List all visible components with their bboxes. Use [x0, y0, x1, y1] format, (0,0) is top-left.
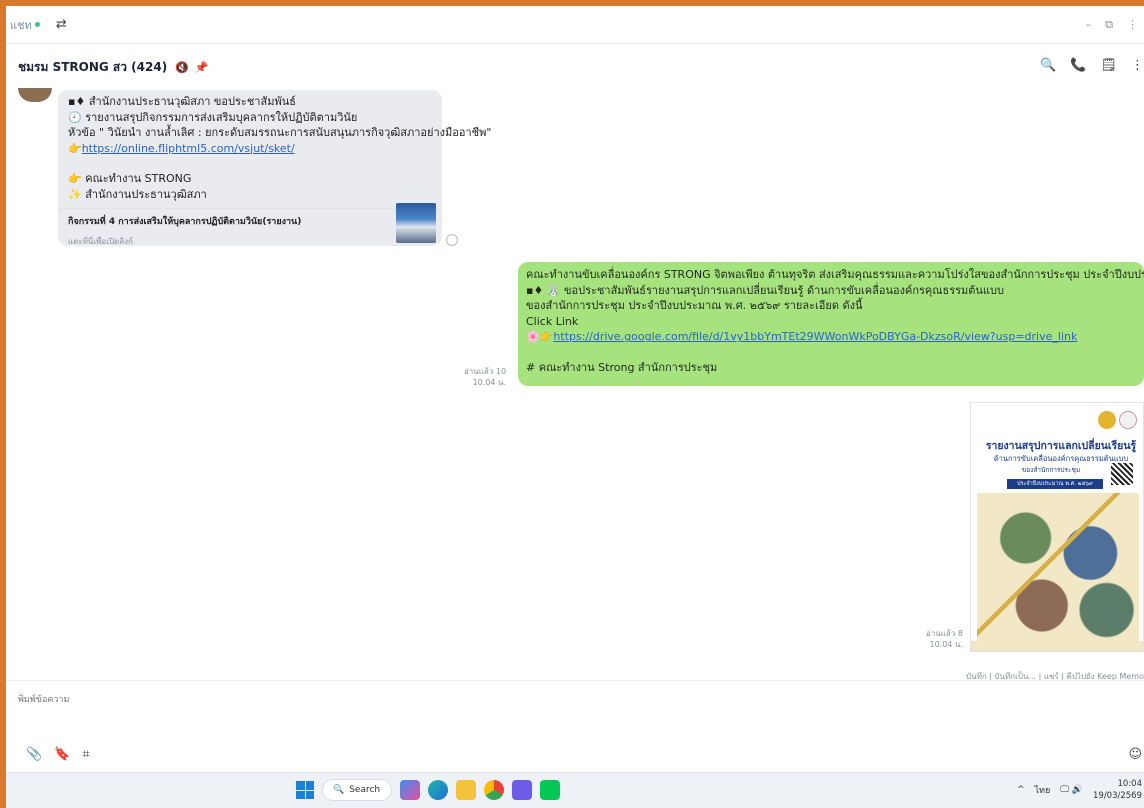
- read-count: อ่านแล้ว 8: [926, 629, 963, 638]
- read-receipt: อ่านแล้ว 8 10.04 น.: [926, 628, 963, 650]
- edge-icon[interactable]: [428, 780, 448, 800]
- outgoing-message[interactable]: คณะทำงานขับเคลื่อนองค์กร STRONG จิตพอเพี…: [518, 262, 1144, 386]
- logo-seal: [1119, 411, 1137, 429]
- menu-icon[interactable]: ⋮: [1131, 58, 1144, 73]
- fliphtml-link[interactable]: https://online.fliphtml5.com/vsjut/sket/: [82, 142, 295, 155]
- clock-time: 10:04: [1117, 779, 1143, 789]
- qr-code: [1111, 463, 1133, 485]
- poster-band: ประจำปีงบประมาณ พ.ศ. ๒๕๖๙: [1007, 479, 1103, 489]
- chat-header: ชมรม STRONG สว (424) 🔇 📌 🔍 📞 🗒 ⋮: [6, 44, 1144, 90]
- unread-dot: [34, 22, 40, 27]
- windows-start-icon[interactable]: [296, 781, 314, 799]
- preview-thumbnail: [396, 203, 436, 243]
- message-list[interactable]: ▪♦ สำนักงานประธานวุฒิสภา ขอประชาสัมพันธ์…: [6, 88, 1144, 681]
- mute-icon[interactable]: 🔇: [175, 61, 189, 74]
- attach-icon[interactable]: 📎: [26, 747, 42, 762]
- group-name[interactable]: ชมรม STRONG สว (424): [18, 58, 167, 77]
- snipping-icon[interactable]: [512, 780, 532, 800]
- tray-icons[interactable]: 🖵 🔊: [1060, 785, 1083, 795]
- link-preview[interactable]: กิจกรรมที่ 4 การส่งเสริมให้บุคลากรปฏิบัต…: [58, 203, 442, 246]
- message-line: ของสำนักการประชุม ประจำปีงบประมาณ พ.ศ. ๒…: [526, 299, 863, 313]
- message-line: # คณะทำงาน Strong สำนักการประชุม: [526, 360, 718, 374]
- preview-title: กิจกรรมที่ 4 การส่งเสริมให้บุคลากรปฏิบัต…: [68, 217, 302, 227]
- message-line: ✨ สำนักงานประธานวุฒิสภา: [68, 187, 207, 201]
- poster-photos: [977, 493, 1139, 643]
- timestamp: 10.04 น.: [472, 378, 507, 387]
- language-indicator[interactable]: ไทย: [1035, 783, 1051, 797]
- preview-subtitle: แตะที่นี่เพื่อเปิดลิงก์: [68, 236, 133, 246]
- incoming-message[interactable]: ▪♦ สำนักงานประธานวุฒิสภา ขอประชาสัมพันธ์…: [58, 90, 492, 246]
- call-icon[interactable]: 📞: [1070, 58, 1086, 73]
- chrome-icon[interactable]: [484, 780, 504, 800]
- taskbar: 🔍 Search ^ ไทย 🖵 🔊 10:04 19/03/2569: [6, 772, 1144, 808]
- message-input[interactable]: [18, 691, 618, 709]
- search-label: Search: [349, 785, 381, 795]
- message-line: 🕘 รายงานสรุปกิจกรรมการส่งเสริมบุคลากรให้…: [68, 110, 358, 124]
- message-line: ▪♦ 🐰 ขอประชาสัมพันธ์รายงานสรุปการแลกเปลี…: [526, 283, 1004, 297]
- clock-date: 19/03/2569: [1093, 791, 1142, 801]
- emoji-icon[interactable]: ☺: [1128, 747, 1142, 762]
- poster-footer: [971, 641, 1143, 651]
- more-icon[interactable]: ⋮: [1127, 18, 1138, 32]
- poster-title: รายงานสรุปการแลกเปลี่ยนเรียนรู้: [985, 440, 1137, 452]
- app-name: แชท: [10, 18, 32, 32]
- timestamp: 10.04 น.: [929, 640, 963, 649]
- minimize-icon[interactable]: –: [1086, 18, 1092, 32]
- message-line: ▪♦ สำนักงานประธานวุฒิสภา ขอประชาสัมพันธ์: [68, 95, 296, 108]
- message-line: คณะทำงานขับเคลื่อนองค์กร STRONG จิตพอเพี…: [526, 268, 1144, 281]
- search-icon[interactable]: 🔍: [1040, 58, 1056, 73]
- message-line: Click Link: [526, 314, 579, 328]
- reaction-icon[interactable]: [446, 234, 458, 246]
- line-icon[interactable]: [540, 780, 560, 800]
- message-line: 👉 คณะทำงาน STRONG: [68, 172, 192, 185]
- window-controls: – ⧉ ⋮: [1086, 18, 1138, 32]
- bookmark-icon[interactable]: 🔖: [54, 747, 70, 762]
- copilot-icon[interactable]: [400, 780, 420, 800]
- logo-badge: [1098, 411, 1116, 429]
- settings-sliders-icon[interactable]: ⇄: [56, 17, 67, 32]
- poster-image[interactable]: รายงานสรุปการแลกเปลี่ยนเรียนรู้ ด้านการข…: [970, 402, 1144, 652]
- poster-org: ของสำนักการประชุม: [1021, 466, 1081, 474]
- restore-icon[interactable]: ⧉: [1105, 18, 1113, 32]
- message-line: หัวข้อ " วินัยนำ งานล้ำเลิศ : ยกระดับสมร…: [68, 126, 492, 139]
- taskbar-search[interactable]: 🔍 Search: [322, 779, 392, 801]
- pointing-hand-icon: 👉: [68, 141, 82, 155]
- avatar[interactable]: [18, 88, 52, 102]
- read-receipt: อ่านแล้ว 10 10.04 น.: [464, 366, 506, 388]
- notes-icon[interactable]: 🗒: [1100, 58, 1117, 73]
- pin-icon[interactable]: 📌: [195, 61, 209, 74]
- file-explorer-icon[interactable]: [456, 780, 476, 800]
- message-composer: 📎 🔖 ⌗ ☺: [6, 680, 1144, 772]
- chat-window: แชท ⇄ – ⧉ ⋮ ชมรม STRONG สว (424) 🔇 📌 🔍 📞…: [6, 6, 1144, 772]
- title-bar: แชท ⇄ – ⧉ ⋮: [6, 6, 1144, 44]
- google-drive-link[interactable]: https://drive.google.com/file/d/1vy1bbYm…: [553, 330, 1077, 343]
- search-icon: 🔍: [333, 785, 345, 795]
- clock[interactable]: 10:04 19/03/2569: [1093, 778, 1142, 802]
- crop-icon[interactable]: ⌗: [82, 747, 89, 762]
- flower-pointing-icon: 🌸👉: [526, 330, 554, 344]
- chevron-up-icon[interactable]: ^: [1017, 785, 1025, 795]
- read-count: อ่านแล้ว 10: [464, 367, 507, 376]
